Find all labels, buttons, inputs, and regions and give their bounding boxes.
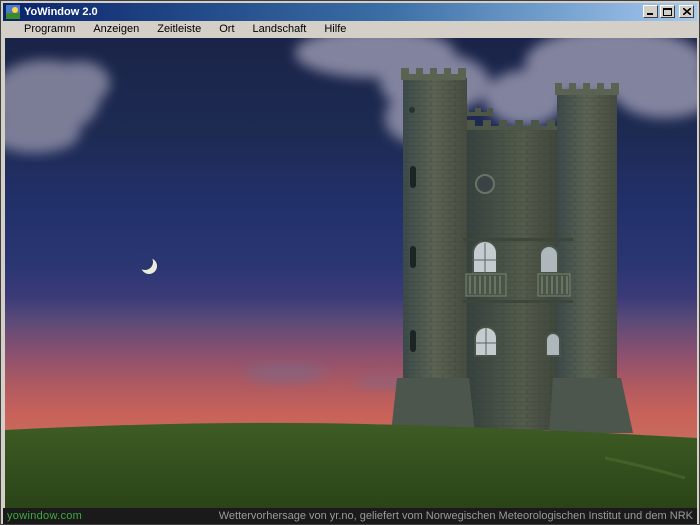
forecast-credit[interactable]: Wettervorhersage von yr.no, geliefert vo… (219, 510, 693, 522)
weather-scene[interactable] (5, 38, 697, 508)
minimize-icon (646, 13, 653, 15)
close-icon (682, 8, 691, 15)
hill-icon (5, 422, 697, 508)
menu-ort[interactable]: Ort (210, 21, 243, 38)
scene-canvas (5, 38, 697, 508)
menu-hilfe[interactable]: Hilfe (315, 21, 355, 38)
cloud-icon (245, 363, 415, 389)
app-window: YoWindow 2.0 Programm Anzeigen Zeitleist… (0, 0, 700, 525)
cloud-icon (5, 60, 110, 153)
close-button[interactable] (679, 5, 694, 18)
brand-link[interactable]: yowindow.com (7, 510, 82, 522)
menu-zeitleiste[interactable]: Zeitleiste (148, 21, 210, 38)
moon-icon (137, 254, 157, 274)
menu-anzeigen[interactable]: Anzeigen (84, 21, 148, 38)
minimize-button[interactable] (643, 5, 658, 18)
app-icon (6, 5, 20, 19)
title-bar[interactable]: YoWindow 2.0 (3, 3, 697, 21)
maximize-icon (663, 7, 672, 16)
maximize-button[interactable] (660, 5, 675, 18)
window-title: YoWindow 2.0 (24, 6, 98, 18)
menu-landschaft[interactable]: Landschaft (244, 21, 316, 38)
menu-programm[interactable]: Programm (15, 21, 84, 38)
status-bar: yowindow.com Wettervorhersage von yr.no,… (3, 508, 697, 524)
menu-bar: Programm Anzeigen Zeitleiste Ort Landsch… (3, 21, 697, 38)
